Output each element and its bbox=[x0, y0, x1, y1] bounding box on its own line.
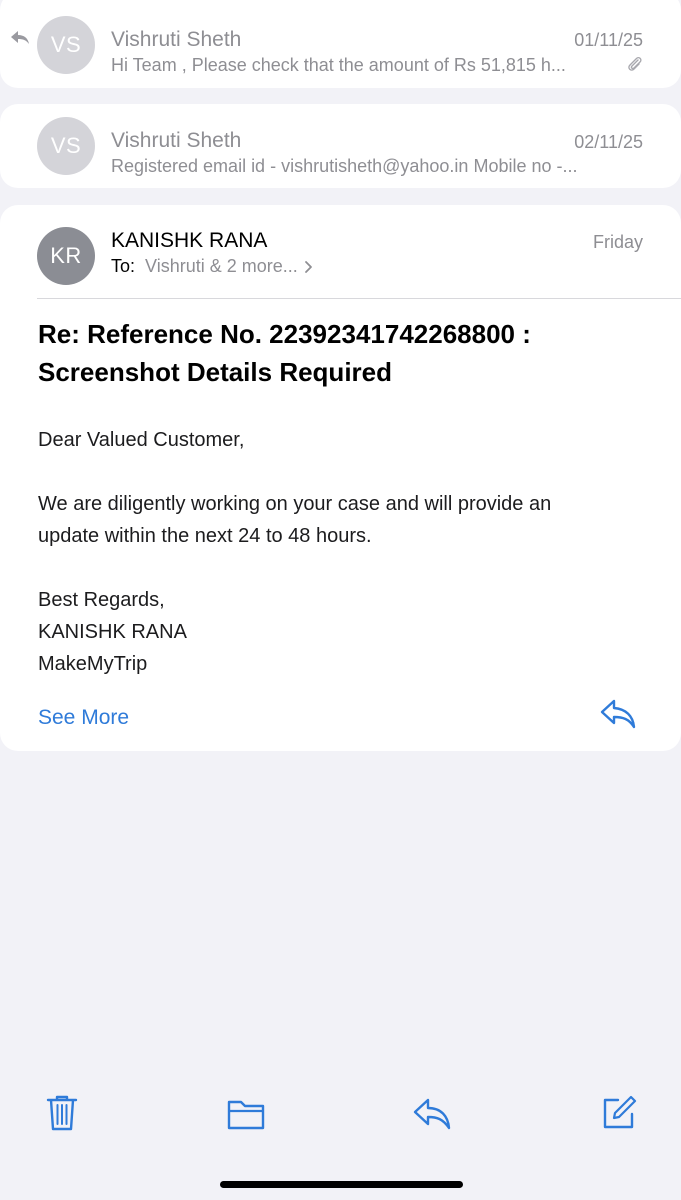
trash-icon[interactable] bbox=[45, 1094, 79, 1132]
message-date: Friday bbox=[592, 232, 643, 252]
sender-name: Vishruti Sheth bbox=[111, 129, 242, 152]
recipients-row[interactable]: To: Vishruti & 2 more... bbox=[111, 256, 314, 277]
reply-icon[interactable] bbox=[412, 1097, 452, 1131]
attachment-icon bbox=[627, 56, 643, 74]
message-body: Dear Valued Customer, We are diligently … bbox=[38, 424, 551, 680]
folder-icon[interactable] bbox=[226, 1097, 266, 1131]
subject-line-2: Screenshot Details Required bbox=[38, 357, 392, 387]
message-date: 02/11/25 bbox=[574, 132, 643, 152]
divider bbox=[37, 298, 681, 299]
chevron-right-icon bbox=[304, 260, 314, 274]
reply-icon[interactable] bbox=[599, 698, 637, 730]
greeting: Dear Valued Customer, bbox=[38, 429, 245, 451]
recipients: Vishruti & 2 more... bbox=[145, 256, 298, 276]
body-line-2: update within the next 24 to 48 hours. bbox=[38, 525, 372, 547]
subject-line-1: Re: Reference No. 22392341742268800 : bbox=[38, 319, 531, 349]
home-indicator bbox=[220, 1181, 463, 1188]
compose-icon[interactable] bbox=[600, 1094, 638, 1132]
replied-icon bbox=[10, 30, 30, 46]
open-message: KR KANISHK RANA Friday To: Vishruti & 2 … bbox=[0, 205, 681, 751]
signature-name: KANISHK RANA bbox=[38, 621, 187, 643]
signature-company: MakeMyTrip bbox=[38, 653, 148, 675]
avatar: VS bbox=[37, 16, 95, 74]
body-line-1: We are diligently working on your case a… bbox=[38, 493, 552, 515]
see-more-link[interactable]: See More bbox=[38, 706, 129, 730]
message-preview: Registered email id - vishrutisheth@yaho… bbox=[111, 156, 578, 176]
thread-item-1[interactable]: VS Vishruti Sheth 01/11/25 Hi Team , Ple… bbox=[0, 0, 681, 88]
sender-name[interactable]: KANISHK RANA bbox=[111, 229, 267, 253]
avatar: VS bbox=[37, 117, 95, 175]
subject: Re: Reference No. 22392341742268800 : Sc… bbox=[38, 315, 531, 391]
to-label: To: bbox=[111, 256, 136, 276]
signoff: Best Regards, bbox=[38, 589, 165, 611]
sender-name: Vishruti Sheth bbox=[111, 28, 242, 51]
avatar: KR bbox=[37, 227, 95, 285]
thread-item-2[interactable]: VS Vishruti Sheth 02/11/25 Registered em… bbox=[0, 104, 681, 188]
message-preview: Hi Team , Please check that the amount o… bbox=[111, 55, 566, 75]
bottom-toolbar bbox=[0, 1080, 681, 1150]
message-date: 01/11/25 bbox=[574, 30, 643, 50]
